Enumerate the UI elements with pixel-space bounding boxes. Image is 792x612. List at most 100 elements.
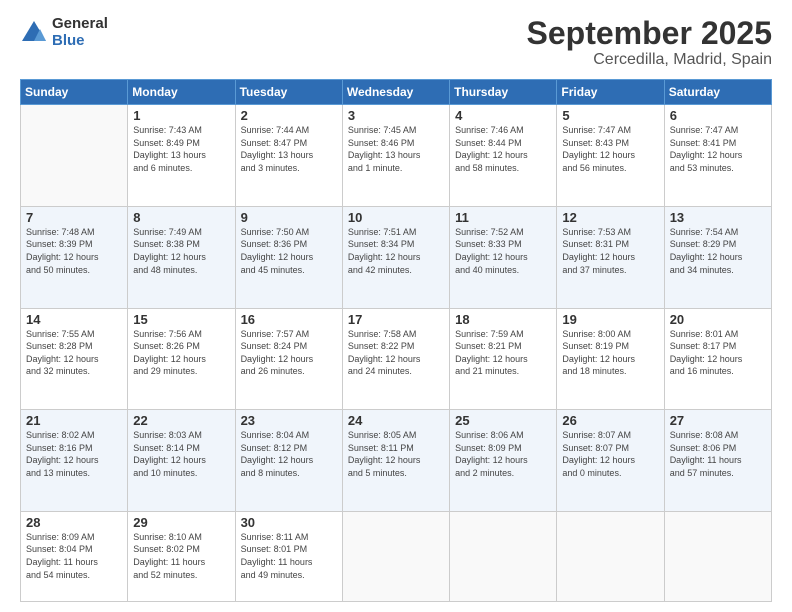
day-number: 6 [670, 108, 766, 123]
table-row [450, 511, 557, 601]
table-row: 3Sunrise: 7:45 AM Sunset: 8:46 PM Daylig… [342, 105, 449, 207]
day-info: Sunrise: 7:45 AM Sunset: 8:46 PM Dayligh… [348, 124, 444, 174]
calendar-week-row: 21Sunrise: 8:02 AM Sunset: 8:16 PM Dayli… [21, 410, 772, 512]
calendar-week-row: 14Sunrise: 7:55 AM Sunset: 8:28 PM Dayli… [21, 308, 772, 410]
table-row: 13Sunrise: 7:54 AM Sunset: 8:29 PM Dayli… [664, 206, 771, 308]
header-thursday: Thursday [450, 80, 557, 105]
day-number: 15 [133, 312, 229, 327]
day-info: Sunrise: 8:01 AM Sunset: 8:17 PM Dayligh… [670, 328, 766, 378]
day-number: 10 [348, 210, 444, 225]
day-number: 3 [348, 108, 444, 123]
day-info: Sunrise: 8:04 AM Sunset: 8:12 PM Dayligh… [241, 429, 337, 479]
table-row [21, 105, 128, 207]
day-number: 16 [241, 312, 337, 327]
day-info: Sunrise: 8:06 AM Sunset: 8:09 PM Dayligh… [455, 429, 551, 479]
table-row: 24Sunrise: 8:05 AM Sunset: 8:11 PM Dayli… [342, 410, 449, 512]
day-info: Sunrise: 7:50 AM Sunset: 8:36 PM Dayligh… [241, 226, 337, 276]
day-info: Sunrise: 7:43 AM Sunset: 8:49 PM Dayligh… [133, 124, 229, 174]
table-row: 10Sunrise: 7:51 AM Sunset: 8:34 PM Dayli… [342, 206, 449, 308]
table-row: 27Sunrise: 8:08 AM Sunset: 8:06 PM Dayli… [664, 410, 771, 512]
day-info: Sunrise: 8:02 AM Sunset: 8:16 PM Dayligh… [26, 429, 122, 479]
table-row: 8Sunrise: 7:49 AM Sunset: 8:38 PM Daylig… [128, 206, 235, 308]
calendar-week-row: 28Sunrise: 8:09 AM Sunset: 8:04 PM Dayli… [21, 511, 772, 601]
table-row: 12Sunrise: 7:53 AM Sunset: 8:31 PM Dayli… [557, 206, 664, 308]
day-info: Sunrise: 7:51 AM Sunset: 8:34 PM Dayligh… [348, 226, 444, 276]
table-row: 11Sunrise: 7:52 AM Sunset: 8:33 PM Dayli… [450, 206, 557, 308]
table-row: 19Sunrise: 8:00 AM Sunset: 8:19 PM Dayli… [557, 308, 664, 410]
table-row: 20Sunrise: 8:01 AM Sunset: 8:17 PM Dayli… [664, 308, 771, 410]
calendar-week-row: 7Sunrise: 7:48 AM Sunset: 8:39 PM Daylig… [21, 206, 772, 308]
day-info: Sunrise: 7:58 AM Sunset: 8:22 PM Dayligh… [348, 328, 444, 378]
table-row: 9Sunrise: 7:50 AM Sunset: 8:36 PM Daylig… [235, 206, 342, 308]
day-number: 20 [670, 312, 766, 327]
table-row [342, 511, 449, 601]
table-row: 21Sunrise: 8:02 AM Sunset: 8:16 PM Dayli… [21, 410, 128, 512]
logo: General Blue [20, 16, 108, 49]
table-row: 1Sunrise: 7:43 AM Sunset: 8:49 PM Daylig… [128, 105, 235, 207]
table-row [664, 511, 771, 601]
logo-icon [20, 19, 48, 47]
day-number: 26 [562, 413, 658, 428]
table-row: 2Sunrise: 7:44 AM Sunset: 8:47 PM Daylig… [235, 105, 342, 207]
header: General Blue September 2025 Cercedilla, … [20, 16, 772, 69]
day-info: Sunrise: 7:53 AM Sunset: 8:31 PM Dayligh… [562, 226, 658, 276]
day-info: Sunrise: 7:56 AM Sunset: 8:26 PM Dayligh… [133, 328, 229, 378]
subtitle: Cercedilla, Madrid, Spain [527, 51, 772, 69]
day-number: 22 [133, 413, 229, 428]
day-number: 11 [455, 210, 551, 225]
day-number: 29 [133, 515, 229, 530]
table-row: 4Sunrise: 7:46 AM Sunset: 8:44 PM Daylig… [450, 105, 557, 207]
table-row: 28Sunrise: 8:09 AM Sunset: 8:04 PM Dayli… [21, 511, 128, 601]
day-number: 7 [26, 210, 122, 225]
day-info: Sunrise: 7:47 AM Sunset: 8:43 PM Dayligh… [562, 124, 658, 174]
calendar-week-row: 1Sunrise: 7:43 AM Sunset: 8:49 PM Daylig… [21, 105, 772, 207]
day-number: 17 [348, 312, 444, 327]
day-number: 27 [670, 413, 766, 428]
day-info: Sunrise: 8:10 AM Sunset: 8:02 PM Dayligh… [133, 531, 229, 581]
day-info: Sunrise: 7:47 AM Sunset: 8:41 PM Dayligh… [670, 124, 766, 174]
table-row: 18Sunrise: 7:59 AM Sunset: 8:21 PM Dayli… [450, 308, 557, 410]
day-number: 4 [455, 108, 551, 123]
table-row: 7Sunrise: 7:48 AM Sunset: 8:39 PM Daylig… [21, 206, 128, 308]
day-number: 18 [455, 312, 551, 327]
day-info: Sunrise: 7:54 AM Sunset: 8:29 PM Dayligh… [670, 226, 766, 276]
day-info: Sunrise: 8:11 AM Sunset: 8:01 PM Dayligh… [241, 531, 337, 581]
table-row: 5Sunrise: 7:47 AM Sunset: 8:43 PM Daylig… [557, 105, 664, 207]
table-row: 6Sunrise: 7:47 AM Sunset: 8:41 PM Daylig… [664, 105, 771, 207]
calendar-table: Sunday Monday Tuesday Wednesday Thursday… [20, 79, 772, 602]
table-row: 17Sunrise: 7:58 AM Sunset: 8:22 PM Dayli… [342, 308, 449, 410]
header-friday: Friday [557, 80, 664, 105]
table-row: 15Sunrise: 7:56 AM Sunset: 8:26 PM Dayli… [128, 308, 235, 410]
day-number: 9 [241, 210, 337, 225]
table-row: 23Sunrise: 8:04 AM Sunset: 8:12 PM Dayli… [235, 410, 342, 512]
title-block: September 2025 Cercedilla, Madrid, Spain [527, 16, 772, 69]
header-monday: Monday [128, 80, 235, 105]
day-info: Sunrise: 7:49 AM Sunset: 8:38 PM Dayligh… [133, 226, 229, 276]
day-number: 28 [26, 515, 122, 530]
table-row: 25Sunrise: 8:06 AM Sunset: 8:09 PM Dayli… [450, 410, 557, 512]
logo-general-text: General [52, 16, 108, 33]
day-info: Sunrise: 8:08 AM Sunset: 8:06 PM Dayligh… [670, 429, 766, 479]
day-number: 14 [26, 312, 122, 327]
day-info: Sunrise: 7:59 AM Sunset: 8:21 PM Dayligh… [455, 328, 551, 378]
day-info: Sunrise: 7:48 AM Sunset: 8:39 PM Dayligh… [26, 226, 122, 276]
day-info: Sunrise: 8:03 AM Sunset: 8:14 PM Dayligh… [133, 429, 229, 479]
day-number: 8 [133, 210, 229, 225]
logo-text: General Blue [52, 16, 108, 49]
table-row: 22Sunrise: 8:03 AM Sunset: 8:14 PM Dayli… [128, 410, 235, 512]
day-number: 12 [562, 210, 658, 225]
day-info: Sunrise: 8:09 AM Sunset: 8:04 PM Dayligh… [26, 531, 122, 581]
day-number: 25 [455, 413, 551, 428]
table-row: 16Sunrise: 7:57 AM Sunset: 8:24 PM Dayli… [235, 308, 342, 410]
day-info: Sunrise: 7:52 AM Sunset: 8:33 PM Dayligh… [455, 226, 551, 276]
calendar-header-row: Sunday Monday Tuesday Wednesday Thursday… [21, 80, 772, 105]
day-number: 21 [26, 413, 122, 428]
main-title: September 2025 [527, 16, 772, 51]
day-number: 2 [241, 108, 337, 123]
header-wednesday: Wednesday [342, 80, 449, 105]
header-tuesday: Tuesday [235, 80, 342, 105]
day-info: Sunrise: 7:57 AM Sunset: 8:24 PM Dayligh… [241, 328, 337, 378]
day-number: 23 [241, 413, 337, 428]
day-number: 13 [670, 210, 766, 225]
table-row: 30Sunrise: 8:11 AM Sunset: 8:01 PM Dayli… [235, 511, 342, 601]
